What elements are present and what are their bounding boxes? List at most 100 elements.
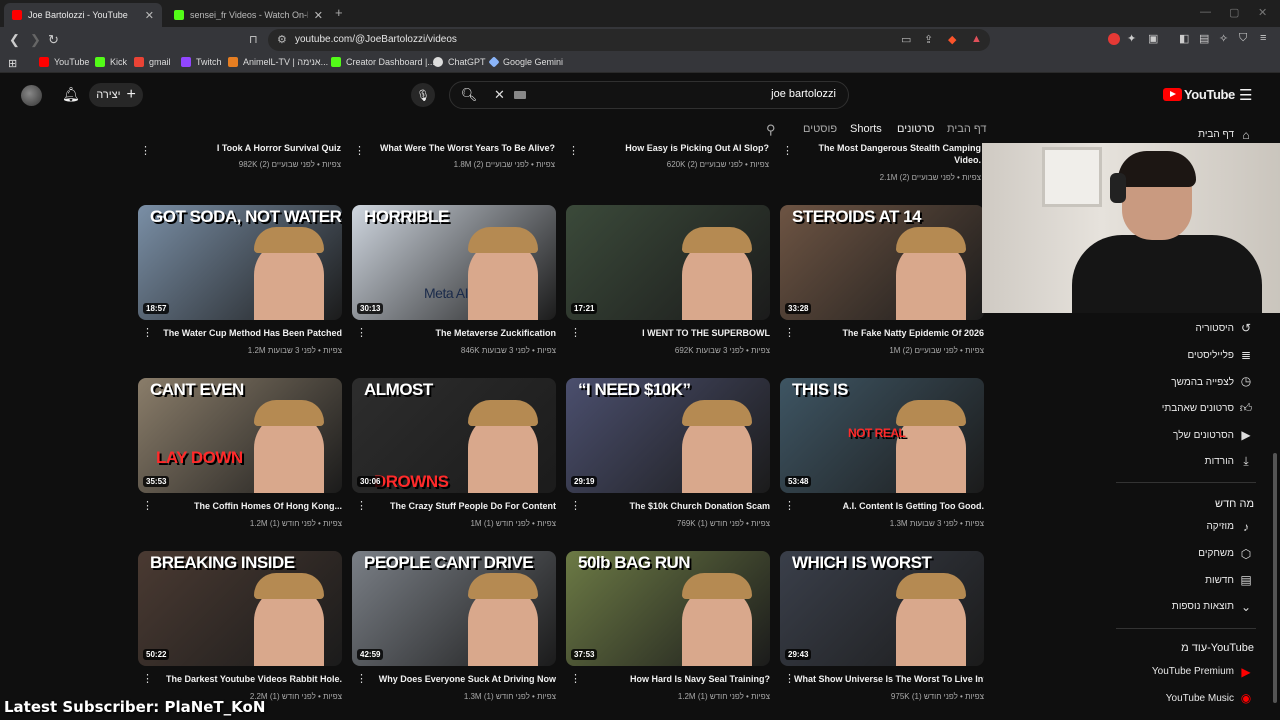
sidebar-item-playlists[interactable]: פלייליסטים bbox=[1187, 350, 1234, 361]
video-thumbnail[interactable]: 17:21 bbox=[566, 205, 770, 320]
sidebar-item-your-videos[interactable]: הסרטונים שלך bbox=[1173, 430, 1234, 441]
create-button[interactable]: יצירה + bbox=[89, 83, 143, 107]
browser-tab-kick[interactable]: sensei_fr Videos - Watch On-Demand ✕ bbox=[166, 3, 331, 27]
video-thumbnail[interactable]: BREAKING INSIDE 50:22 bbox=[138, 551, 342, 666]
video-card[interactable]: ALMOST DROWNS 30:06 ⋮ The Crazy Stuff People… bbox=[352, 378, 556, 538]
video-title[interactable]: The Darkest Youtube Videos Rabbit Hole. bbox=[152, 674, 342, 684]
video-card[interactable]: HORRIBLE Meta AI 30:13 ⋮ The Metaverse Zucki… bbox=[352, 205, 556, 365]
video-title[interactable]: The Coffin Homes Of Hong Kong... bbox=[152, 501, 342, 511]
video-card[interactable]: STEROIDS AT 14 33:28 ⋮ The Fake Natty Epide… bbox=[780, 205, 984, 365]
tab-shorts[interactable]: Shorts bbox=[850, 123, 882, 135]
video-title[interactable]: The Water Cup Method Has Been Patched bbox=[152, 328, 342, 338]
video-card[interactable]: 50lb BAG RUN 37:53 ⋮ How Hard Is Navy Seal … bbox=[566, 551, 770, 711]
close-tab-icon[interactable]: ✕ bbox=[145, 9, 154, 22]
sidebar-item-more[interactable]: תוצאות נוספות bbox=[1172, 601, 1234, 612]
video-card[interactable]: “I NEED $10K” 29:19 ⋮ The $10k Church Donat… bbox=[566, 378, 770, 538]
close-tab-icon[interactable]: ✕ bbox=[314, 9, 323, 22]
video-thumbnail[interactable]: PEOPLE CANT DRIVE 42:59 bbox=[352, 551, 556, 666]
video-card[interactable]: CANT EVEN LAY DOWN 35:53 ⋮ The Coffin Homes … bbox=[138, 378, 342, 538]
notifications-bell-icon[interactable]: 🔔︎ bbox=[62, 86, 80, 103]
wallet-icon[interactable]: ▣ bbox=[1148, 32, 1158, 45]
video-thumbnail[interactable]: WHICH IS WORST 29:43 bbox=[780, 551, 984, 666]
address-bar[interactable]: ⚙ youtube.com/@JoeBartolozzi/videos ▭ ⇪ … bbox=[268, 29, 990, 51]
youtube-logo[interactable]: YouTube bbox=[1163, 87, 1235, 102]
video-thumbnail[interactable]: THIS IS NOT REAL 53:48 bbox=[780, 378, 984, 493]
bookmark-chatgpt[interactable]: ChatGPT bbox=[433, 57, 486, 67]
video-title[interactable]: The Fake Natty Epidemic Of 2026 bbox=[794, 328, 984, 338]
sidebar-item-gaming[interactable]: משחקים bbox=[1198, 548, 1234, 559]
new-tab-icon[interactable]: + bbox=[335, 5, 343, 20]
tab-videos[interactable]: סרטונים bbox=[897, 123, 935, 135]
brave-shield-icon[interactable]: ◆ bbox=[948, 33, 956, 46]
voice-search-button[interactable]: 🎙︎ bbox=[411, 83, 435, 107]
video-card[interactable]: WHICH IS WORST 29:43 ⋮ What Show Universe I… bbox=[780, 551, 984, 711]
video-thumbnail[interactable]: ALMOST DROWNS 30:06 bbox=[352, 378, 556, 493]
sidebar-toggle-icon[interactable]: ◧ bbox=[1179, 32, 1189, 45]
back-icon[interactable]: ❮ bbox=[9, 32, 20, 48]
apps-grid-icon[interactable]: ⊞ bbox=[8, 57, 17, 70]
bookmark-creator-dashboard[interactable]: Creator Dashboard |... bbox=[331, 57, 435, 67]
browser-tab-youtube[interactable]: Joe Bartolozzi - YouTube ✕ bbox=[4, 3, 162, 27]
keyboard-icon[interactable] bbox=[514, 91, 526, 99]
video-title[interactable]: How Hard Is Navy Seal Training? bbox=[580, 674, 770, 684]
avatar[interactable] bbox=[21, 85, 42, 106]
video-title[interactable]: A.I. Content Is Getting Too Good. bbox=[794, 501, 984, 511]
search-button[interactable]: 🔍︎ bbox=[450, 82, 488, 108]
more-options-icon[interactable]: ⋮ bbox=[782, 144, 793, 157]
video-card[interactable]: PEOPLE CANT DRIVE 42:59 ⋮ Why Does Everyone… bbox=[352, 551, 556, 711]
reload-icon[interactable]: ↻ bbox=[48, 32, 59, 48]
bookmark-icon[interactable]: ⊓ bbox=[249, 33, 258, 46]
wallet2-icon[interactable]: ▤ bbox=[1199, 32, 1209, 45]
video-title[interactable]: The $10k Church Donation Scam bbox=[580, 501, 770, 511]
tab-posts[interactable]: פוסטים bbox=[803, 123, 837, 135]
sidebar-item-music[interactable]: מוזיקה bbox=[1206, 521, 1234, 532]
video-card[interactable]: THIS IS NOT REAL 53:48 ⋮ A.I. Content Is Get… bbox=[780, 378, 984, 538]
menu-dots-icon[interactable]: ≡ bbox=[1260, 32, 1266, 44]
video-thumbnail[interactable]: 50lb BAG RUN 37:53 bbox=[566, 551, 770, 666]
sidebar-item-history[interactable]: היסטוריה bbox=[1196, 323, 1235, 334]
sidebar-item-downloads[interactable]: הורדות bbox=[1205, 456, 1234, 467]
sidebar-item-news[interactable]: חדשות bbox=[1205, 575, 1234, 586]
video-title[interactable]: Why Does Everyone Suck At Driving Now bbox=[366, 674, 556, 684]
video-title[interactable]: The Most Dangerous Stealth Camping bbox=[800, 143, 981, 153]
sidebar-item-home[interactable]: דף הבית bbox=[1198, 129, 1234, 140]
video-title[interactable]: The Metaverse Zuckification bbox=[366, 328, 556, 338]
bookmark-twitch[interactable]: Twitch bbox=[181, 57, 222, 67]
bookmark-youtube[interactable]: YouTube bbox=[39, 57, 89, 67]
video-card[interactable]: GOT SODA, NOT WATER 18:57 ⋮ The Water Cup M… bbox=[138, 205, 342, 365]
vpn-icon[interactable]: ⛉ bbox=[1239, 32, 1247, 45]
more-options-icon[interactable]: ⋮ bbox=[140, 144, 151, 157]
brave-rewards-icon[interactable]: ▲ bbox=[971, 33, 982, 45]
video-title[interactable]: I Took A Horror Survival Quiz bbox=[160, 143, 341, 153]
video-title[interactable]: The Crazy Stuff People Do For Content bbox=[366, 501, 556, 511]
cast-icon[interactable]: ▭ bbox=[901, 33, 911, 46]
bookmark-animel[interactable]: AnimelL-TV | אנימה... bbox=[228, 57, 328, 67]
bookmark-kick[interactable]: Kick bbox=[95, 57, 127, 67]
hamburger-menu-icon[interactable]: ☰ bbox=[1239, 86, 1252, 104]
video-title[interactable]: What Were The Worst Years To Be Alive? bbox=[370, 143, 555, 153]
video-title[interactable]: I WENT TO THE SUPERBOWL bbox=[580, 328, 770, 338]
share-icon[interactable]: ⇪ bbox=[924, 33, 933, 46]
maximize-icon[interactable]: ▢ bbox=[1229, 6, 1239, 19]
close-window-icon[interactable]: ✕ bbox=[1258, 6, 1267, 19]
sidebar-item-liked[interactable]: סרטונים שאהבתי bbox=[1162, 403, 1234, 414]
video-title-line2[interactable]: Video. bbox=[800, 155, 981, 165]
video-title[interactable]: What Show Universe Is The Worst To Live … bbox=[794, 674, 984, 684]
video-title[interactable]: How Easy is Picking Out AI Slop? bbox=[584, 143, 769, 153]
video-thumbnail[interactable]: HORRIBLE Meta AI 30:13 bbox=[352, 205, 556, 320]
video-thumbnail[interactable]: STEROIDS AT 14 33:28 bbox=[780, 205, 984, 320]
forward-icon[interactable]: ❯ bbox=[30, 32, 41, 48]
video-thumbnail[interactable]: GOT SODA, NOT WATER 18:57 bbox=[138, 205, 342, 320]
scrollbar[interactable] bbox=[1273, 453, 1277, 703]
video-card[interactable]: BREAKING INSIDE 50:22 ⋮ The Darkest Youtube… bbox=[138, 551, 342, 711]
sidebar-item-watch-later[interactable]: לצפייה בהמשך bbox=[1171, 377, 1234, 388]
channel-search-icon[interactable]: ⚲ bbox=[766, 122, 776, 138]
bookmark-gmail[interactable]: gmail bbox=[134, 57, 171, 67]
video-thumbnail[interactable]: CANT EVEN LAY DOWN 35:53 bbox=[138, 378, 342, 493]
clear-search-icon[interactable]: ✕ bbox=[494, 87, 505, 103]
site-info-icon[interactable]: ⚙ bbox=[277, 33, 287, 46]
bookmark-gemini[interactable]: Google Gemini bbox=[488, 56, 563, 68]
minimize-icon[interactable]: — bbox=[1200, 6, 1211, 18]
sidebar-item-music-app[interactable]: YouTube Music bbox=[1166, 693, 1234, 704]
more-options-icon[interactable]: ⋮ bbox=[354, 144, 365, 157]
